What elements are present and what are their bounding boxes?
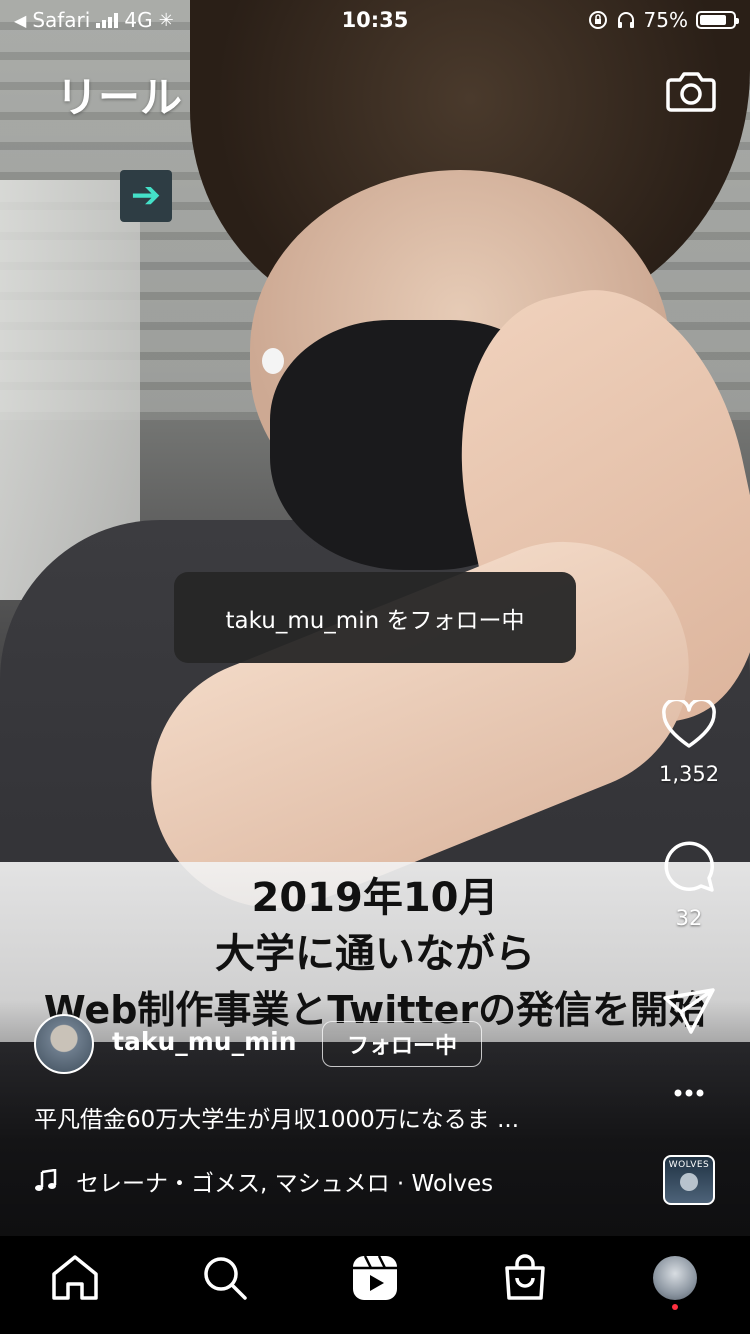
user-avatar[interactable]	[34, 1014, 94, 1074]
heart-icon[interactable]	[661, 697, 717, 750]
camera-icon[interactable]	[666, 66, 716, 114]
nav-shop[interactable]	[495, 1248, 555, 1308]
like-count: 1,352	[659, 762, 720, 786]
video-caption-line-2: 大学に通いながら	[215, 931, 535, 977]
notification-dot	[672, 1304, 678, 1310]
like-action[interactable]: 1,352	[659, 697, 720, 786]
reels-icon[interactable]	[351, 1254, 399, 1302]
earbud	[262, 348, 284, 374]
music-note-icon	[35, 1169, 57, 1191]
profile-avatar[interactable]	[653, 1256, 697, 1300]
follow-toast: taku_mu_min をフォロー中	[174, 572, 576, 663]
post-description[interactable]: 平凡借金60万大学生が月収1000万になるま ...	[34, 1100, 519, 1134]
album-portrait	[680, 1173, 698, 1191]
nav-search[interactable]	[195, 1248, 255, 1308]
share-icon[interactable]	[661, 986, 717, 1036]
status-right: 75%	[588, 8, 739, 32]
more-action[interactable]	[659, 1078, 719, 1112]
exit-arrow-sign: ➔	[120, 170, 172, 222]
nav-reels[interactable]	[345, 1248, 405, 1308]
more-icon[interactable]	[661, 1078, 717, 1108]
video-caption-line-1: 2019年10月	[251, 875, 499, 921]
home-icon[interactable]	[50, 1254, 100, 1302]
album-art[interactable]: WOLVES	[663, 1155, 715, 1205]
page-title: リール	[56, 73, 183, 122]
follow-toast-text: taku_mu_min をフォロー中	[225, 607, 525, 634]
headphones-icon	[617, 12, 634, 28]
music-info[interactable]: セレーナ・ゴメス, マシュメロ · Wolves	[34, 1164, 493, 1198]
status-bar: ◀ Safari 4G ✳ 10:35 75%	[0, 0, 750, 40]
share-action[interactable]	[659, 986, 719, 1040]
search-icon[interactable]	[201, 1254, 249, 1302]
username[interactable]: taku_mu_min	[112, 1027, 297, 1056]
bottom-nav	[0, 1236, 750, 1334]
shop-icon[interactable]	[502, 1254, 548, 1302]
orientation-lock-icon	[588, 11, 607, 29]
nav-home[interactable]	[45, 1248, 105, 1308]
album-label: WOLVES	[668, 1160, 710, 1170]
comment-action[interactable]: 32	[659, 838, 719, 930]
comment-icon[interactable]	[661, 838, 717, 894]
battery-icon	[696, 11, 739, 29]
music-title: セレーナ・ゴメス, マシュメロ · Wolves	[76, 1171, 494, 1197]
comment-count: 32	[675, 906, 703, 930]
nav-profile[interactable]	[645, 1248, 705, 1310]
battery-percent: 75%	[643, 8, 688, 32]
following-button[interactable]: フォロー中	[322, 1021, 482, 1067]
